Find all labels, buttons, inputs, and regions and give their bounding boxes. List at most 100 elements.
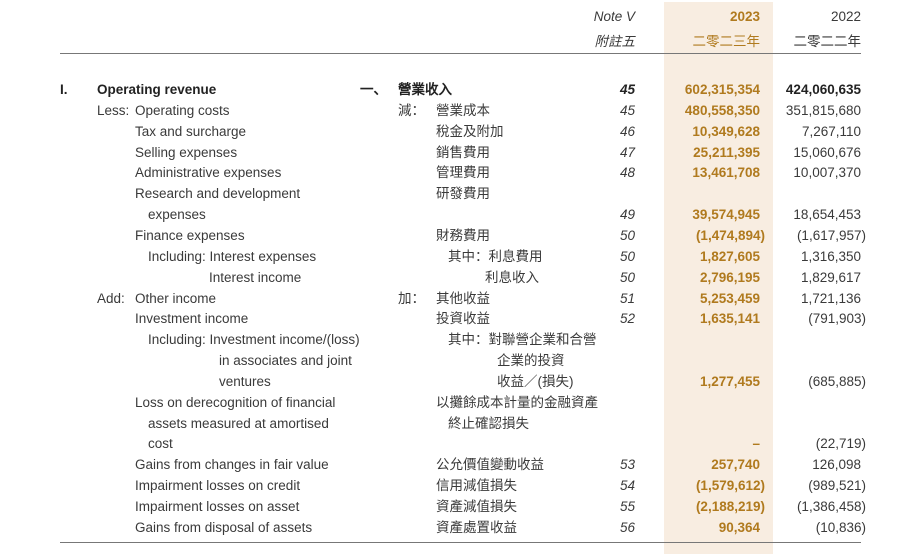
table-row: Including: Investment income/(loss) 其中：對聯… bbox=[0, 329, 924, 350]
row-label-en: Including: Interest expenses bbox=[148, 248, 317, 264]
table-row: Loss on derecognition of financial 以攤餘成本計… bbox=[0, 392, 924, 413]
note-ref: 55 bbox=[619, 499, 635, 514]
value-2023: (1,474,894) bbox=[695, 227, 765, 243]
table-row: Impairment losses on credit 信用減值損失 54 (1,57… bbox=[0, 475, 924, 496]
value-2023: 25,211,395 bbox=[693, 144, 760, 160]
row-label-en: Interest income bbox=[209, 269, 302, 285]
row-label-en: Selling expenses bbox=[135, 144, 238, 160]
row-label-en: Research and development bbox=[135, 186, 301, 202]
row-label-en: Operating revenue bbox=[97, 82, 217, 97]
row-label-en: expenses bbox=[148, 207, 206, 223]
row-label-zh: 企業的投資 bbox=[497, 353, 565, 369]
table-row: Investment income 投資收益 52 1,635,141 (791,903… bbox=[0, 308, 924, 329]
value-2023: 1,277,455 bbox=[699, 373, 760, 389]
row-label-zh: 營業收入 bbox=[398, 82, 452, 97]
row-label-en: Gains from changes in fair value bbox=[135, 457, 329, 473]
value-2023: 1,827,605 bbox=[699, 248, 760, 264]
value-2022: (1,386,458) bbox=[796, 499, 866, 514]
note-header-en: Note V bbox=[593, 9, 635, 24]
year-2023-header-zh: 二零二三年 bbox=[692, 34, 761, 49]
note-ref: 49 bbox=[619, 207, 635, 223]
value-2023: 480,558,350 bbox=[684, 102, 760, 118]
value-2023: (1,579,612) bbox=[695, 478, 765, 494]
table-row: assets measured at amortised 終止確認損失 bbox=[0, 413, 924, 434]
value-2023: 90,364 bbox=[718, 519, 760, 535]
table-row: cost – (22,719) bbox=[0, 433, 924, 454]
note-ref: 45 bbox=[619, 82, 635, 97]
row-label-en: Including: Investment income/(loss) bbox=[148, 332, 360, 348]
value-2022: (1,617,957) bbox=[796, 227, 866, 243]
row-label-zh: 財務費用 bbox=[436, 227, 490, 243]
table-row: Interest income 利息收入 50 2,796,195 1,829,617 bbox=[0, 267, 924, 288]
note-header-zh: 附註五 bbox=[594, 34, 636, 49]
value-2023: – bbox=[752, 436, 760, 452]
value-2022: 126,098 bbox=[812, 457, 861, 473]
table-row: Gains from disposal of assets 資產處置收益 56 90,… bbox=[0, 517, 924, 538]
row-label-en: Operating costs bbox=[135, 102, 230, 118]
note-ref: 51 bbox=[619, 290, 635, 306]
value-2023: 5,253,459 bbox=[699, 290, 760, 306]
header-divider bbox=[60, 53, 861, 54]
table-row: Including: Interest expenses 其中：利息費用 50 1,8… bbox=[0, 246, 924, 267]
table-row: Gains from changes in fair value 公允價值變動收益… bbox=[0, 454, 924, 475]
row-label-en: Other income bbox=[135, 290, 217, 306]
row-label-en: Loss on derecognition of financial bbox=[135, 394, 336, 410]
row-label-zh: 投資收益 bbox=[436, 311, 490, 327]
bottom-divider bbox=[60, 542, 861, 543]
row-label-zh: 研發費用 bbox=[436, 186, 490, 202]
row-label-zh: 營業成本 bbox=[436, 102, 490, 118]
row-label-en: Finance expenses bbox=[135, 227, 245, 243]
table-row: I. Operating revenue 一、 營業收入 45 602,315,354 42… bbox=[0, 79, 924, 100]
year-2022-header-zh: 二零二二年 bbox=[793, 34, 862, 49]
row-label-zh: 其他收益 bbox=[436, 290, 490, 306]
value-2023: 2,796,195 bbox=[699, 269, 760, 285]
value-2022: 1,721,136 bbox=[800, 290, 861, 306]
note-ref: 45 bbox=[619, 102, 635, 118]
row-label-zh: 管理費用 bbox=[436, 165, 490, 181]
row-label-en: ventures bbox=[219, 373, 271, 389]
row-label-zh: 終止確認損失 bbox=[448, 415, 529, 431]
value-2022: 18,654,453 bbox=[793, 207, 861, 223]
value-2023: 13,461,708 bbox=[692, 165, 760, 181]
row-label-en: Administrative expenses bbox=[135, 165, 282, 181]
table-row: ventures 收益／(損失) 1,277,455 (685,885) bbox=[0, 371, 924, 392]
row-label-zh: 其中：對聯營企業和合營 bbox=[448, 332, 597, 348]
note-ref: 46 bbox=[619, 123, 635, 139]
row-prefix-zh: 一、 bbox=[360, 82, 387, 97]
value-2023: 1,635,141 bbox=[699, 311, 760, 327]
row-label-en: Gains from disposal of assets bbox=[135, 519, 313, 535]
note-ref: 54 bbox=[619, 478, 635, 494]
row-label-zh: 稅金及附加 bbox=[436, 123, 504, 139]
note-ref: 50 bbox=[619, 269, 635, 285]
row-prefix-en: I. bbox=[60, 82, 68, 97]
value-2022: 15,060,676 bbox=[793, 144, 861, 160]
row-label-en: assets measured at amortised bbox=[148, 415, 329, 431]
row-label-zh: 信用減值損失 bbox=[436, 478, 517, 494]
value-2022: 7,267,110 bbox=[801, 123, 861, 139]
row-prefix-en: Add: bbox=[97, 290, 125, 306]
note-ref: 53 bbox=[619, 457, 635, 473]
note-ref: 52 bbox=[619, 311, 635, 327]
table-row: Selling expenses 銷售費用 47 25,211,395 15,060,6… bbox=[0, 142, 924, 163]
row-label-en: in associates and joint bbox=[219, 353, 352, 369]
table-row: Administrative expenses 管理費用 48 13,461,708 1… bbox=[0, 162, 924, 183]
value-2022: (22,719) bbox=[815, 436, 866, 452]
value-2022: 1,829,617 bbox=[800, 269, 861, 285]
value-2022: 424,060,635 bbox=[785, 82, 861, 97]
row-prefix-zh: 加： bbox=[398, 290, 425, 306]
value-2023: 602,315,354 bbox=[684, 82, 760, 97]
row-label-zh: 資產處置收益 bbox=[436, 519, 517, 535]
note-ref: 56 bbox=[619, 519, 635, 535]
note-ref: 50 bbox=[619, 248, 635, 264]
value-2022: 351,815,680 bbox=[785, 102, 861, 118]
row-label-zh: 其中：利息費用 bbox=[448, 248, 543, 264]
row-label-zh: 收益／(損失) bbox=[497, 373, 574, 389]
value-2023: (2,188,219) bbox=[695, 499, 765, 514]
value-2022: (791,903) bbox=[808, 311, 866, 327]
row-label-en: Impairment losses on asset bbox=[135, 499, 300, 514]
note-ref: 48 bbox=[619, 165, 635, 181]
value-2022: 1,316,350 bbox=[800, 248, 861, 264]
table-row: Impairment losses on asset 資產減值損失 55 (2,188… bbox=[0, 496, 924, 517]
row-label-zh: 利息收入 bbox=[485, 269, 539, 285]
row-label-en: Impairment losses on credit bbox=[135, 478, 301, 494]
